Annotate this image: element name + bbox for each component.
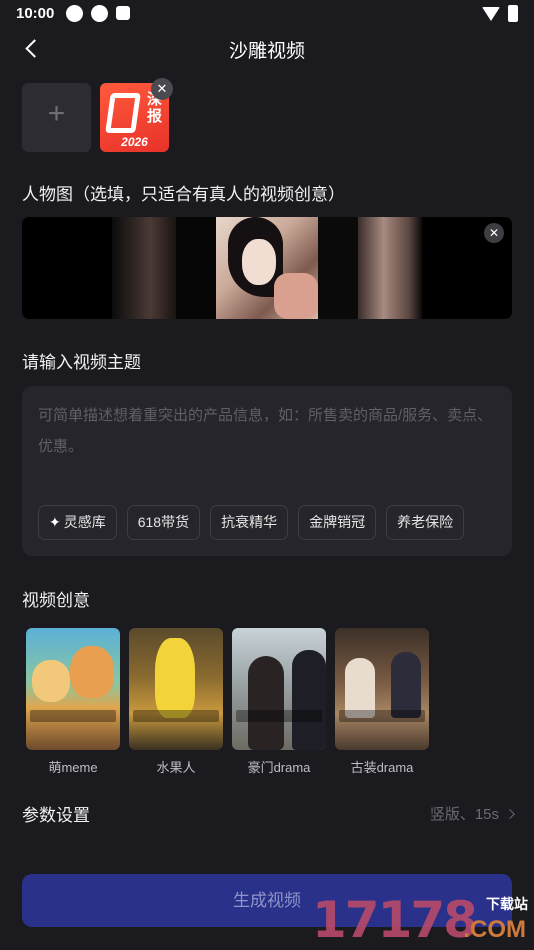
logo-mark	[105, 93, 141, 133]
creative-list: 萌meme 水果人 豪门drama 古装drama	[26, 628, 429, 776]
chip-label: 灵感库	[63, 514, 106, 530]
status-system-icons	[482, 5, 518, 22]
topic-input-placeholder: 可简单描述想着重突出的产品信息，如：所售卖的商品/服务、卖点、优惠。	[38, 407, 493, 455]
plus-icon: +	[47, 97, 66, 130]
thumb-caption	[133, 710, 219, 722]
thumb-figure	[391, 652, 421, 718]
person-photo	[216, 217, 318, 319]
creative-card-rich-drama[interactable]: 豪门drama	[232, 628, 326, 776]
add-image-button[interactable]: +	[22, 83, 91, 152]
battery-icon	[508, 5, 518, 22]
thumb-caption	[236, 710, 322, 722]
suggestion-chip[interactable]: 养老保险	[386, 505, 465, 540]
page-title: 沙雕视频	[228, 41, 305, 62]
creative-card-ancient-drama[interactable]: 古装drama	[335, 628, 429, 776]
thumb-man	[292, 650, 326, 750]
thumb-dog	[70, 646, 114, 698]
person-image-blur	[318, 217, 358, 319]
thumb-caption	[30, 710, 116, 722]
watermark-site-text: 下载站	[486, 896, 528, 912]
app-header: 沙雕视频	[0, 28, 534, 68]
creative-thumbnail	[335, 628, 429, 750]
suggestion-chip[interactable]: 抗衰精华	[210, 505, 289, 540]
inspiration-library-chip[interactable]: ✦ 灵感库	[38, 505, 117, 540]
remove-person-close-icon[interactable]: ✕	[484, 223, 504, 243]
creative-thumbnail	[232, 628, 326, 750]
sparkle-icon: ✦	[49, 514, 61, 530]
topic-suggestion-chips: ✦ 灵感库 618带货 抗衰精华 金牌销冠 养老保险	[38, 505, 465, 540]
app-notification-icon	[66, 5, 83, 22]
suggestion-chip[interactable]: 金牌销冠	[298, 505, 377, 540]
app-notification-icon	[91, 5, 108, 22]
thumb-woman	[248, 656, 284, 750]
person-photo-hand	[274, 273, 318, 319]
creative-thumbnail	[26, 628, 120, 750]
remove-logo-close-icon[interactable]: ✕	[151, 78, 173, 100]
topic-section-title: 请输入视频主题	[22, 353, 141, 372]
person-photo-face	[242, 239, 276, 285]
chevron-right-icon	[504, 809, 515, 820]
creative-card-fruit[interactable]: 水果人	[129, 628, 223, 776]
params-value: 竖版、15s	[429, 806, 499, 823]
site-watermark: 17178 下载站 .COM	[312, 890, 534, 950]
app-notification-icon	[116, 6, 130, 20]
thumb-cat	[32, 660, 70, 702]
suggestion-chip[interactable]: 618带货	[126, 505, 201, 540]
creative-card-meme[interactable]: 萌meme	[26, 628, 120, 776]
logo-year: 2026	[121, 135, 148, 149]
status-time: 10:00	[16, 5, 55, 22]
params-section-title: 参数设置	[22, 806, 90, 825]
status-notification-icons	[66, 5, 130, 22]
creative-thumbnail	[129, 628, 223, 750]
wifi-icon	[482, 6, 500, 21]
creative-label: 豪门drama	[247, 760, 311, 775]
watermark-domain: .COM	[463, 916, 526, 943]
topic-input[interactable]: 可简单描述想着重突出的产品信息，如：所售卖的商品/服务、卖点、优惠。 ✦ 灵感库 …	[22, 386, 512, 556]
person-image-blur	[112, 217, 176, 319]
person-image-blur	[358, 217, 422, 319]
person-image-preview[interactable]	[22, 217, 512, 319]
thumb-caption	[339, 710, 425, 722]
creative-label: 萌meme	[48, 760, 98, 775]
person-image-blur	[176, 217, 216, 319]
creative-label: 水果人	[156, 760, 196, 775]
thumb-banana	[155, 638, 195, 718]
watermark-number: 17178	[312, 891, 478, 949]
creative-section-title: 视频创意	[22, 591, 90, 610]
thumb-figure	[345, 658, 375, 718]
person-section-title: 人物图（选填，只适合有真人的视频创意）	[22, 185, 345, 204]
creative-label: 古装drama	[350, 760, 414, 775]
params-selector[interactable]: 竖版、15s	[429, 803, 515, 824]
status-bar: 10:00	[0, 0, 534, 28]
